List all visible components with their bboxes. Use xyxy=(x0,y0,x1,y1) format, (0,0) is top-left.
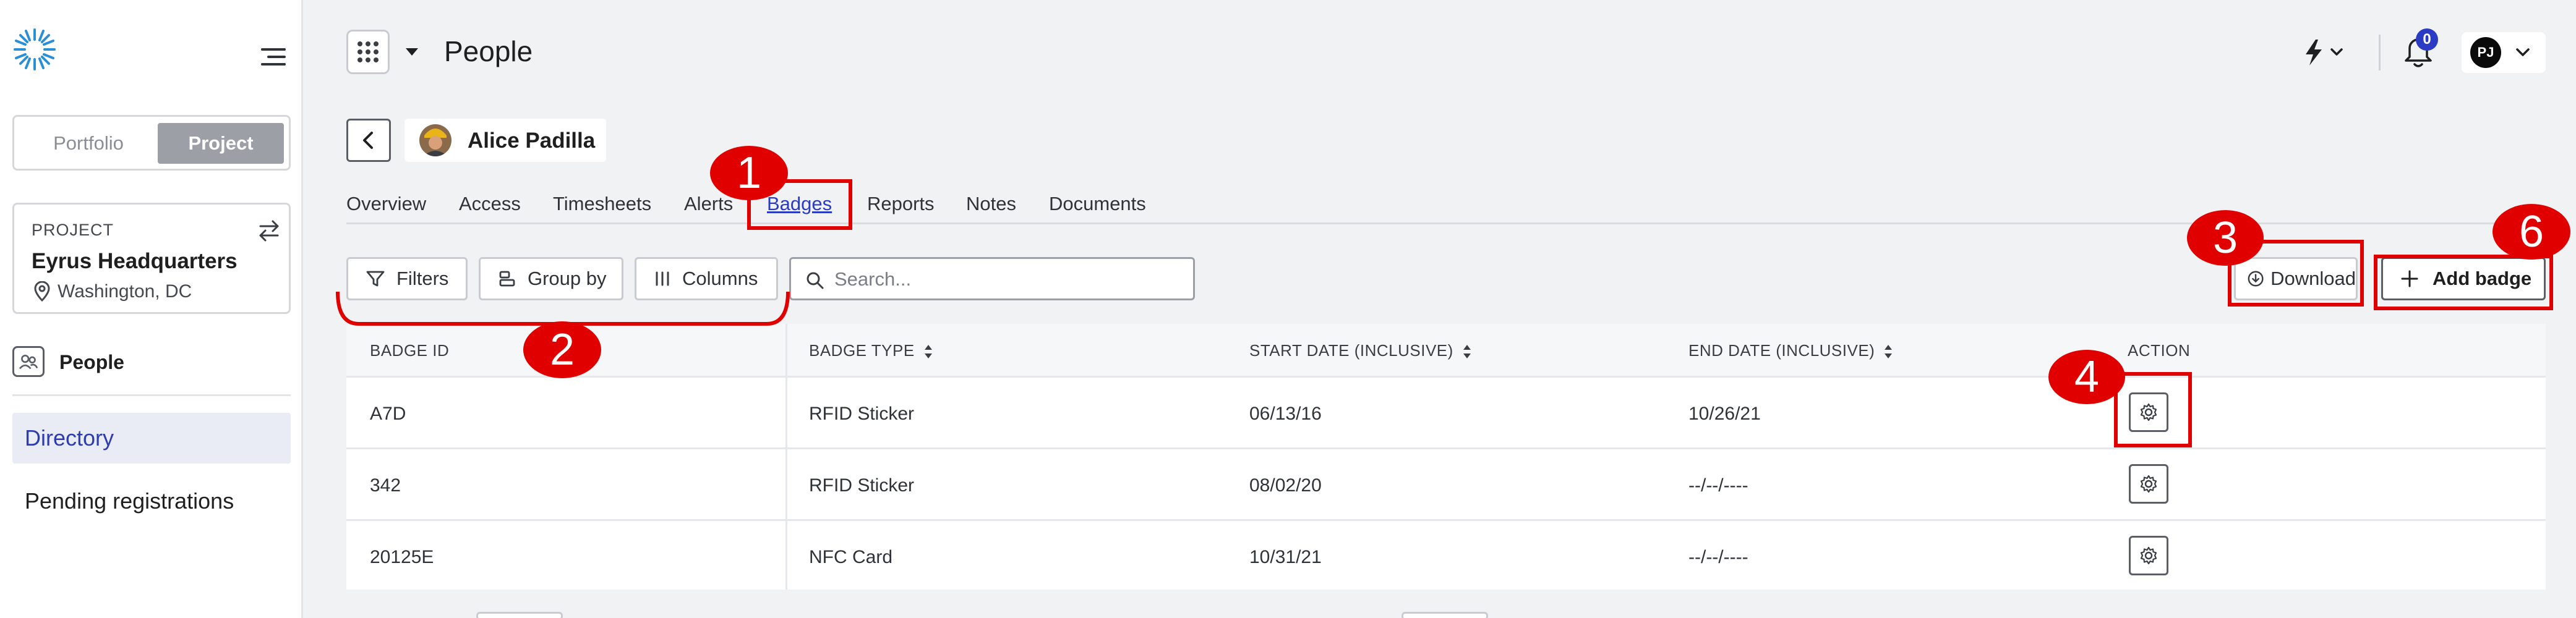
pin-icon xyxy=(34,281,50,302)
annotation-box-add-badge xyxy=(2374,255,2553,310)
project-card[interactable]: PROJECT Eyrus Headquarters Washington, D… xyxy=(12,203,291,314)
caret-down-icon[interactable] xyxy=(404,46,419,58)
end-date-cell: --/--/---- xyxy=(1688,547,1748,567)
column-header-badge-type[interactable]: BADGE TYPE xyxy=(809,341,933,361)
tab-notes[interactable]: Notes xyxy=(966,193,1016,215)
sort-icon xyxy=(1463,345,1471,359)
group-icon xyxy=(499,271,515,287)
page-title: People xyxy=(444,35,533,67)
project-name: Eyrus Headquarters xyxy=(32,249,237,273)
column-header-end-date[interactable]: END DATE (INCLUSIVE) xyxy=(1688,341,1893,361)
gear-icon xyxy=(2140,475,2157,493)
eyrus-logo-icon[interactable] xyxy=(12,27,57,72)
swap-icon[interactable] xyxy=(257,218,281,243)
apps-grid-icon xyxy=(357,41,379,62)
sort-icon xyxy=(924,345,932,359)
annotation-badge-4: 4 xyxy=(2048,350,2125,404)
people-section-label: People xyxy=(59,351,124,373)
annotation-badge-1: 1 xyxy=(710,146,788,200)
annotation-badge-6: 6 xyxy=(2493,204,2570,260)
column-header-action: ACTION xyxy=(2128,341,2191,360)
badge-id-cell: A7D xyxy=(370,404,406,424)
badge-id-cell: 342 xyxy=(370,475,401,496)
search-input[interactable] xyxy=(834,268,1181,291)
badge-type-cell: RFID Sticker xyxy=(809,404,915,424)
columns-label: Columns xyxy=(682,268,758,289)
sort-icon xyxy=(1885,345,1893,359)
filter-icon xyxy=(366,271,385,287)
column-header-start-date[interactable]: START DATE (INCLUSIVE) xyxy=(1249,341,1472,361)
gear-icon xyxy=(2140,546,2157,565)
annotation-badge-3: 3 xyxy=(2187,210,2264,266)
back-button[interactable] xyxy=(346,119,391,162)
filters-label: Filters xyxy=(396,268,449,289)
back-arrow-icon xyxy=(363,132,373,149)
badge-type-cell: NFC Card xyxy=(809,547,893,567)
pagination-control[interactable] xyxy=(1401,612,1488,618)
tab-documents[interactable]: Documents xyxy=(1049,193,1146,215)
table-row: A7D RFID Sticker 06/13/16 10/26/21 xyxy=(346,376,2546,447)
person-avatar xyxy=(419,124,451,156)
apps-grid-button[interactable] xyxy=(346,30,390,74)
notification-count-badge: 0 xyxy=(2416,28,2438,51)
people-section: People xyxy=(12,346,291,377)
person-name: Alice Padilla xyxy=(468,129,596,153)
tab-reports[interactable]: Reports xyxy=(867,193,935,215)
table-row: 342 RFID Sticker 08/02/20 --/--/---- xyxy=(346,447,2546,519)
portfolio-project-toggle: Portfolio Project xyxy=(12,115,291,171)
header-separator xyxy=(2379,35,2381,70)
sidebar-divider xyxy=(12,394,291,396)
column-header-badge-id[interactable]: BADGE ID xyxy=(370,341,449,360)
user-menu-button[interactable]: PJ xyxy=(2462,32,2546,73)
start-date-cell: 08/02/20 xyxy=(1249,475,1322,496)
badge-type-cell: RFID Sticker xyxy=(809,475,915,496)
table-row: 20125E NFC Card 10/31/21 --/--/---- xyxy=(346,519,2546,591)
table-header: BADGE ID BADGE TYPE START DATE (INCLUSIV… xyxy=(346,324,2546,376)
search-icon xyxy=(807,272,824,289)
hamburger-icon[interactable] xyxy=(260,46,287,68)
tab-overview[interactable]: Overview xyxy=(346,193,426,215)
project-option[interactable]: Project xyxy=(158,123,284,164)
project-location: Washington, DC xyxy=(58,281,192,302)
end-date-cell: 10/26/21 xyxy=(1688,404,1761,424)
row-settings-button[interactable] xyxy=(2129,464,2168,504)
pagination-control[interactable] xyxy=(476,612,563,618)
start-date-cell: 10/31/21 xyxy=(1249,547,1322,567)
portfolio-option[interactable]: Portfolio xyxy=(20,123,156,164)
badge-id-cell: 20125E xyxy=(370,547,434,567)
project-card-label: PROJECT xyxy=(32,221,114,239)
columns-icon xyxy=(656,271,669,286)
tab-access[interactable]: Access xyxy=(459,193,521,215)
row-settings-button[interactable] xyxy=(2129,536,2168,575)
sidebar: Portfolio Project PROJECT Eyrus Headquar… xyxy=(0,0,303,618)
avatar: PJ xyxy=(2470,37,2501,68)
tab-timesheets[interactable]: Timesheets xyxy=(553,193,651,215)
group-by-label: Group by xyxy=(528,268,607,289)
people-icon xyxy=(12,346,45,377)
tab-alerts[interactable]: Alerts xyxy=(684,193,733,215)
sidebar-item-directory[interactable]: Directory xyxy=(12,413,291,464)
search-box xyxy=(789,257,1195,300)
annotation-badge-2: 2 xyxy=(523,321,601,378)
chevron-down-icon xyxy=(2516,48,2530,56)
end-date-cell: --/--/---- xyxy=(1688,475,1748,496)
annotation-box-row-settings xyxy=(2114,372,2192,447)
start-date-cell: 06/13/16 xyxy=(1249,404,1322,424)
sidebar-item-pending-registrations[interactable]: Pending registrations xyxy=(25,488,234,514)
bolt-icon[interactable] xyxy=(2300,37,2349,68)
badges-table: BADGE ID BADGE TYPE START DATE (INCLUSIV… xyxy=(346,324,2546,590)
person-chip: Alice Padilla xyxy=(404,119,606,162)
